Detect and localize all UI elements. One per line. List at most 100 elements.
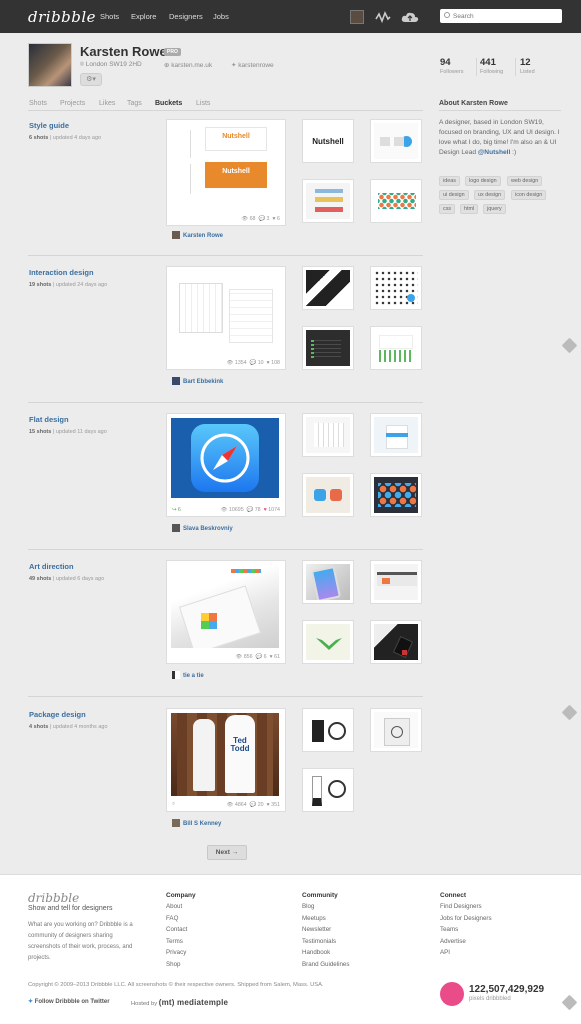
bucket-mini-shot[interactable] xyxy=(370,473,422,517)
footer-link-terms[interactable]: Terms xyxy=(166,938,183,945)
shot-author[interactable]: Bill S Kenney xyxy=(172,819,221,827)
bucket-mini-shot[interactable] xyxy=(370,413,422,457)
twitter-link[interactable]: ✦ karstenrowe xyxy=(231,61,274,69)
tab-buckets[interactable]: Buckets xyxy=(155,100,182,107)
bucket-mini-shot[interactable] xyxy=(370,119,422,163)
bucket-mini-shot[interactable] xyxy=(370,708,422,752)
footer-link-brand-guidelines[interactable]: Brand Guidelines xyxy=(302,961,349,968)
nav-shots[interactable]: Shots xyxy=(100,12,119,21)
tag-logo-design[interactable]: logo design xyxy=(465,176,501,186)
bucket-title[interactable]: Style guide xyxy=(29,121,69,130)
user-avatar-icon[interactable] xyxy=(350,10,364,24)
shot-author[interactable]: Karsten Rowe xyxy=(172,231,223,239)
dribbble-logo[interactable]: dribbble xyxy=(28,8,96,26)
follow-twitter-link[interactable]: ✦ Follow Dribbble on Twitter xyxy=(28,998,110,1005)
nav-explore[interactable]: Explore xyxy=(131,12,156,21)
bucket-mini-shot[interactable] xyxy=(302,768,354,812)
search-input[interactable] xyxy=(453,10,558,22)
footer-community-heading: Community xyxy=(302,892,338,899)
scroll-arrow-icon[interactable] xyxy=(561,337,578,354)
stat-divider xyxy=(476,58,477,76)
bucket-mini-shot[interactable] xyxy=(370,620,422,664)
bucket-title[interactable]: Flat design xyxy=(29,415,69,424)
bucket-mini-shot[interactable] xyxy=(370,266,422,310)
profile-avatar[interactable] xyxy=(28,43,72,87)
bucket-cover-shot[interactable]: 👁 1354 💬 10 ♥ 108 xyxy=(166,266,286,370)
settings-gear-button[interactable]: ⚙▾ xyxy=(80,73,102,86)
footer-link-handbook[interactable]: Handbook xyxy=(302,949,330,956)
footer-link-teams[interactable]: Teams xyxy=(440,926,458,933)
tag-html[interactable]: html xyxy=(460,204,479,214)
bucket-cover-shot[interactable]: Ted Todd ⌕ 👁 4864 💬 20 ♥ 351 xyxy=(166,708,286,812)
nav-jobs[interactable]: Jobs xyxy=(213,12,229,21)
tag-jquery[interactable]: jquery xyxy=(483,204,506,214)
scroll-arrow-icon[interactable] xyxy=(561,994,578,1011)
bucket-mini-shot[interactable] xyxy=(302,179,354,223)
tab-likes[interactable]: Likes xyxy=(99,100,115,107)
footer-link-advertise[interactable]: Advertise xyxy=(440,938,466,945)
tab-tags[interactable]: Tags xyxy=(127,100,142,107)
mediatemple-logo[interactable]: (mt) mediatemple xyxy=(159,998,228,1007)
bucket-cover-shot[interactable]: ↪ 6 👁 10695 💬 78 ♥ 1074 xyxy=(166,413,286,517)
tag-web-design[interactable]: web design xyxy=(507,176,543,186)
footer-logo[interactable]: dribbble xyxy=(28,891,79,905)
stat-listed[interactable]: 12 Listed xyxy=(520,57,535,75)
bucket-cover-shot[interactable]: Nutshell Nutshell 👁 68 💬 3 ♥ 6 xyxy=(166,119,286,226)
bucket-mini-shot[interactable] xyxy=(302,266,354,310)
search-box[interactable] xyxy=(440,9,562,23)
tab-projects[interactable]: Projects xyxy=(60,100,85,107)
footer-link-find-designers[interactable]: Find Designers xyxy=(440,903,482,910)
next-page-button[interactable]: Next → xyxy=(207,845,247,860)
tag-icon-design[interactable]: icon design xyxy=(511,190,547,200)
footer-link-api[interactable]: API xyxy=(440,949,450,956)
footer-link-meetups[interactable]: Meetups xyxy=(302,915,326,922)
bucket-title[interactable]: Interaction design xyxy=(29,268,94,277)
footer-link-blog[interactable]: Blog xyxy=(302,903,314,910)
bucket-mini-shot[interactable] xyxy=(302,620,354,664)
website-link[interactable]: ⊕ karsten.me.uk xyxy=(164,61,212,69)
bucket-title[interactable]: Art direction xyxy=(29,562,74,571)
shot-author[interactable]: tie a tie xyxy=(172,671,204,679)
shot-thumbnail xyxy=(306,564,350,600)
stat-num: 94 xyxy=(440,57,451,68)
tab-lists[interactable]: Lists xyxy=(196,100,210,107)
footer-link-shop[interactable]: Shop xyxy=(166,961,180,968)
bucket-divider xyxy=(28,255,423,256)
bucket-mini-shot[interactable] xyxy=(302,473,354,517)
tag-ideas[interactable]: ideas xyxy=(439,176,460,186)
bucket-mini-shot[interactable] xyxy=(302,708,354,752)
bucket-meta: 6 shots | updated 4 days ago xyxy=(29,135,102,141)
footer-link-faq[interactable]: FAQ xyxy=(166,915,178,922)
bucket-mini-shot[interactable] xyxy=(370,560,422,604)
bucket-mini-shot[interactable]: Nutshell xyxy=(302,119,354,163)
nutshell-link[interactable]: @Nutshell xyxy=(478,149,510,156)
tab-shots[interactable]: Shots xyxy=(29,100,47,107)
tag-css[interactable]: css xyxy=(439,204,456,214)
shot-thumbnail xyxy=(374,712,418,748)
footer-link-newsletter[interactable]: Newsletter xyxy=(302,926,331,933)
activity-icon[interactable] xyxy=(375,10,391,24)
shot-author[interactable]: Slava Beskrovniy xyxy=(172,524,233,532)
footer-link-testimonials[interactable]: Testimonials xyxy=(302,938,336,945)
cloud-upload-icon[interactable] xyxy=(401,10,419,24)
bucket-title[interactable]: Package design xyxy=(29,710,86,719)
tag-ux-design[interactable]: ux design xyxy=(474,190,506,200)
bucket-mini-shot[interactable] xyxy=(302,560,354,604)
scroll-arrow-icon[interactable] xyxy=(561,704,578,721)
stat-followers[interactable]: 94 Followers xyxy=(440,57,464,75)
footer-link-privacy[interactable]: Privacy xyxy=(166,949,186,956)
bucket-mini-shot[interactable] xyxy=(370,179,422,223)
bucket-mini-shot[interactable] xyxy=(302,413,354,457)
bucket-cover-shot[interactable]: 👁 856 💬 6 ♥ 61 xyxy=(166,560,286,664)
shot-author[interactable]: Bart Ebbekink xyxy=(172,377,223,385)
blue-app-icon xyxy=(314,489,326,501)
bucket-mini-shot[interactable] xyxy=(370,326,422,370)
footer-link-contact[interactable]: Contact xyxy=(166,926,187,933)
author-name: Slava Beskrovniy xyxy=(183,526,233,532)
stat-following[interactable]: 441 Following xyxy=(480,57,503,75)
footer-link-about[interactable]: About xyxy=(166,903,182,910)
nav-designers[interactable]: Designers xyxy=(169,12,203,21)
tag-ui-design[interactable]: ui design xyxy=(439,190,469,200)
footer-link-jobs[interactable]: Jobs for Designers xyxy=(440,915,492,922)
bucket-mini-shot[interactable] xyxy=(302,326,354,370)
